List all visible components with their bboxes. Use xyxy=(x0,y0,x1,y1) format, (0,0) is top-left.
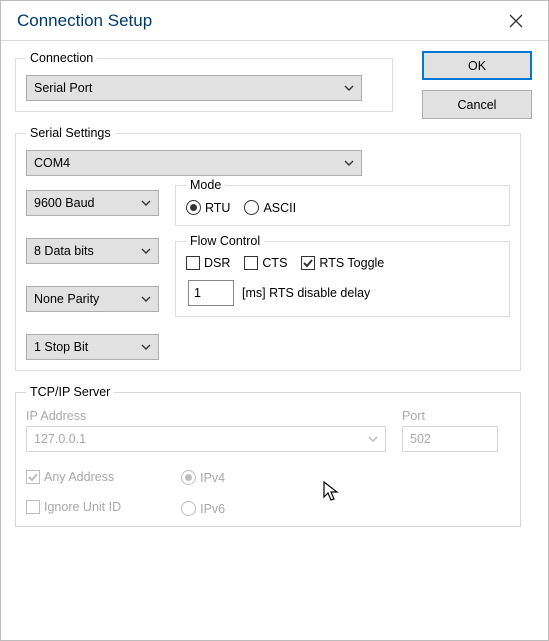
rts-delay-label: [ms] RTS disable delay xyxy=(242,286,370,300)
rts-delay-input[interactable] xyxy=(188,280,234,306)
mode-rtu-label: RTU xyxy=(205,201,230,215)
chevron-down-icon xyxy=(141,200,151,206)
tcp-server-group: TCP/IP Server IP Address 127.0.0.1 Port … xyxy=(15,385,521,527)
rts-toggle-label: RTS Toggle xyxy=(319,256,384,270)
close-button[interactable] xyxy=(496,6,536,36)
checkbox-icon xyxy=(186,256,200,270)
dsr-label: DSR xyxy=(204,256,230,270)
chevron-down-icon xyxy=(141,344,151,350)
mode-legend: Mode xyxy=(186,178,225,192)
mode-rtu-radio[interactable]: RTU xyxy=(186,200,230,215)
ip-address-combo: 127.0.0.1 xyxy=(26,426,386,452)
rts-toggle-checkbox[interactable]: RTS Toggle xyxy=(301,256,384,270)
mode-ascii-label: ASCII xyxy=(263,201,296,215)
data-bits-value: 8 Data bits xyxy=(34,244,94,258)
ipv4-radio: IPv4 xyxy=(181,470,225,485)
connection-type-value: Serial Port xyxy=(34,81,92,95)
cts-checkbox[interactable]: CTS xyxy=(244,256,287,270)
checkbox-icon xyxy=(26,470,40,484)
port-label: Port xyxy=(402,409,498,423)
ipv6-radio: IPv6 xyxy=(181,501,225,516)
parity-select[interactable]: None Parity xyxy=(26,286,159,312)
connection-legend: Connection xyxy=(26,51,97,65)
ipv6-label: IPv6 xyxy=(200,502,225,516)
any-address-checkbox: Any Address xyxy=(26,470,121,484)
port-input: 502 xyxy=(402,426,498,452)
chevron-down-icon xyxy=(344,85,354,91)
titlebar: Connection Setup xyxy=(1,1,548,41)
mode-group: Mode RTU ASCII xyxy=(175,178,510,226)
cancel-button[interactable]: Cancel xyxy=(422,90,532,119)
checkbox-icon xyxy=(301,256,315,270)
any-address-label: Any Address xyxy=(44,470,114,484)
dsr-checkbox[interactable]: DSR xyxy=(186,256,230,270)
radio-icon xyxy=(181,470,196,485)
ip-address-label: IP Address xyxy=(26,409,386,423)
connection-type-select[interactable]: Serial Port xyxy=(26,75,362,101)
ignore-unit-checkbox: Ignore Unit ID xyxy=(26,500,121,514)
ip-address-value: 127.0.0.1 xyxy=(34,432,86,446)
window-title: Connection Setup xyxy=(17,11,152,31)
connection-group: Connection Serial Port xyxy=(15,51,393,112)
baud-select[interactable]: 9600 Baud xyxy=(26,190,159,216)
ok-button[interactable]: OK xyxy=(422,51,532,80)
ignore-unit-label: Ignore Unit ID xyxy=(44,500,121,514)
baud-value: 9600 Baud xyxy=(34,196,94,210)
parity-value: None Parity xyxy=(34,292,99,306)
cts-label: CTS xyxy=(262,256,287,270)
serial-settings-legend: Serial Settings xyxy=(26,126,115,140)
serial-port-select[interactable]: COM4 xyxy=(26,150,362,176)
tcp-server-legend: TCP/IP Server xyxy=(26,385,114,399)
checkbox-icon xyxy=(244,256,258,270)
data-bits-select[interactable]: 8 Data bits xyxy=(26,238,159,264)
serial-settings-group: Serial Settings COM4 9600 Baud 8 Data bi… xyxy=(15,126,521,371)
flow-control-group: Flow Control DSR CTS RTS Toggle xyxy=(175,234,510,317)
radio-icon xyxy=(181,501,196,516)
chevron-down-icon xyxy=(368,436,378,442)
mode-ascii-radio[interactable]: ASCII xyxy=(244,200,296,215)
checkbox-icon xyxy=(26,500,40,514)
chevron-down-icon xyxy=(141,248,151,254)
radio-icon xyxy=(186,200,201,215)
radio-icon xyxy=(244,200,259,215)
close-icon xyxy=(509,14,523,28)
chevron-down-icon xyxy=(344,160,354,166)
flow-control-legend: Flow Control xyxy=(186,234,264,248)
serial-port-value: COM4 xyxy=(34,156,70,170)
stop-bits-value: 1 Stop Bit xyxy=(34,340,88,354)
stop-bits-select[interactable]: 1 Stop Bit xyxy=(26,334,159,360)
port-value: 502 xyxy=(410,432,431,446)
chevron-down-icon xyxy=(141,296,151,302)
ipv4-label: IPv4 xyxy=(200,471,225,485)
